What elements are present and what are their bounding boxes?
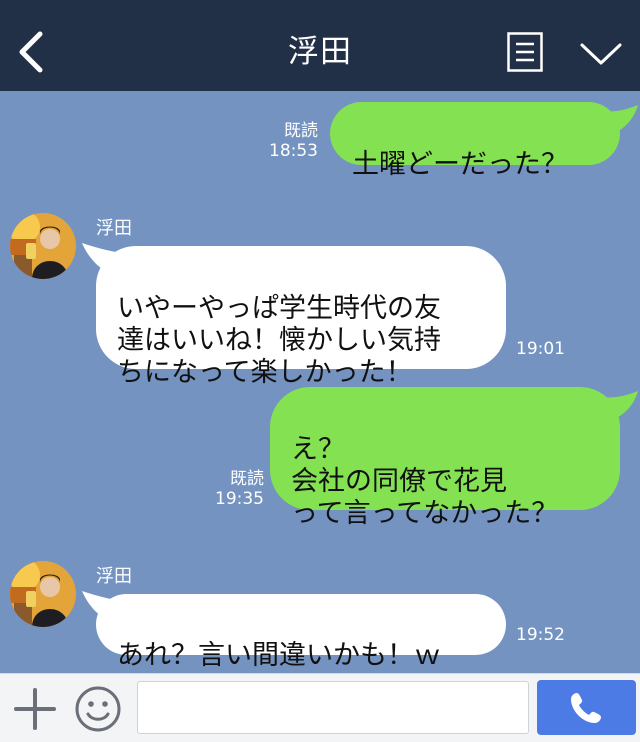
received-message-bubble[interactable]: いやーやっぱ学生時代の友 達はいいね！懐かしい気持 ちになって楽しかった！ — [96, 246, 506, 388]
sent-message-bubble[interactable]: え？ 会社の同僚で花見 って言ってなかった？ — [270, 387, 620, 529]
message-text: え？ 会社の同僚で花見 って言ってなかった？ — [291, 434, 559, 529]
sender-name: 浮田 — [96, 566, 132, 587]
menu-list-icon[interactable] — [507, 32, 543, 72]
chat-title: 浮田 — [288, 34, 352, 70]
message-text: 土曜どーだった？ — [352, 149, 568, 180]
message-text: あれ？言い間違いかも！ｗ — [117, 640, 441, 671]
message-input[interactable] — [137, 681, 529, 734]
message-list[interactable]: 既読 18:53 土曜どーだった？ 浮田 いやーやっぱ学生時代の友 達はいいね！… — [0, 91, 640, 673]
phone-icon — [571, 693, 601, 723]
read-receipt: 既読 18:53 — [269, 121, 318, 161]
call-button[interactable] — [537, 680, 636, 735]
avatar[interactable] — [10, 561, 76, 627]
message-text: いやーやっぱ学生時代の友 達はいいね！懐かしい気持 ちになって楽しかった！ — [117, 293, 441, 388]
received-message-bubble[interactable]: あれ？言い間違いかも！ｗ — [96, 594, 506, 671]
read-receipt: 既読 19:35 — [215, 469, 264, 509]
chevron-down-icon[interactable] — [579, 40, 623, 68]
avatar[interactable] — [10, 213, 76, 279]
message-time: 19:01 — [516, 339, 565, 359]
message-time: 19:52 — [516, 625, 565, 645]
message-input-bar — [0, 673, 640, 742]
chat-header: 浮田 — [0, 0, 640, 91]
plus-icon[interactable] — [14, 688, 56, 730]
smiley-icon[interactable] — [74, 685, 122, 733]
sent-message-bubble[interactable]: 土曜どーだった？ — [330, 102, 620, 180]
sender-name: 浮田 — [96, 218, 132, 239]
